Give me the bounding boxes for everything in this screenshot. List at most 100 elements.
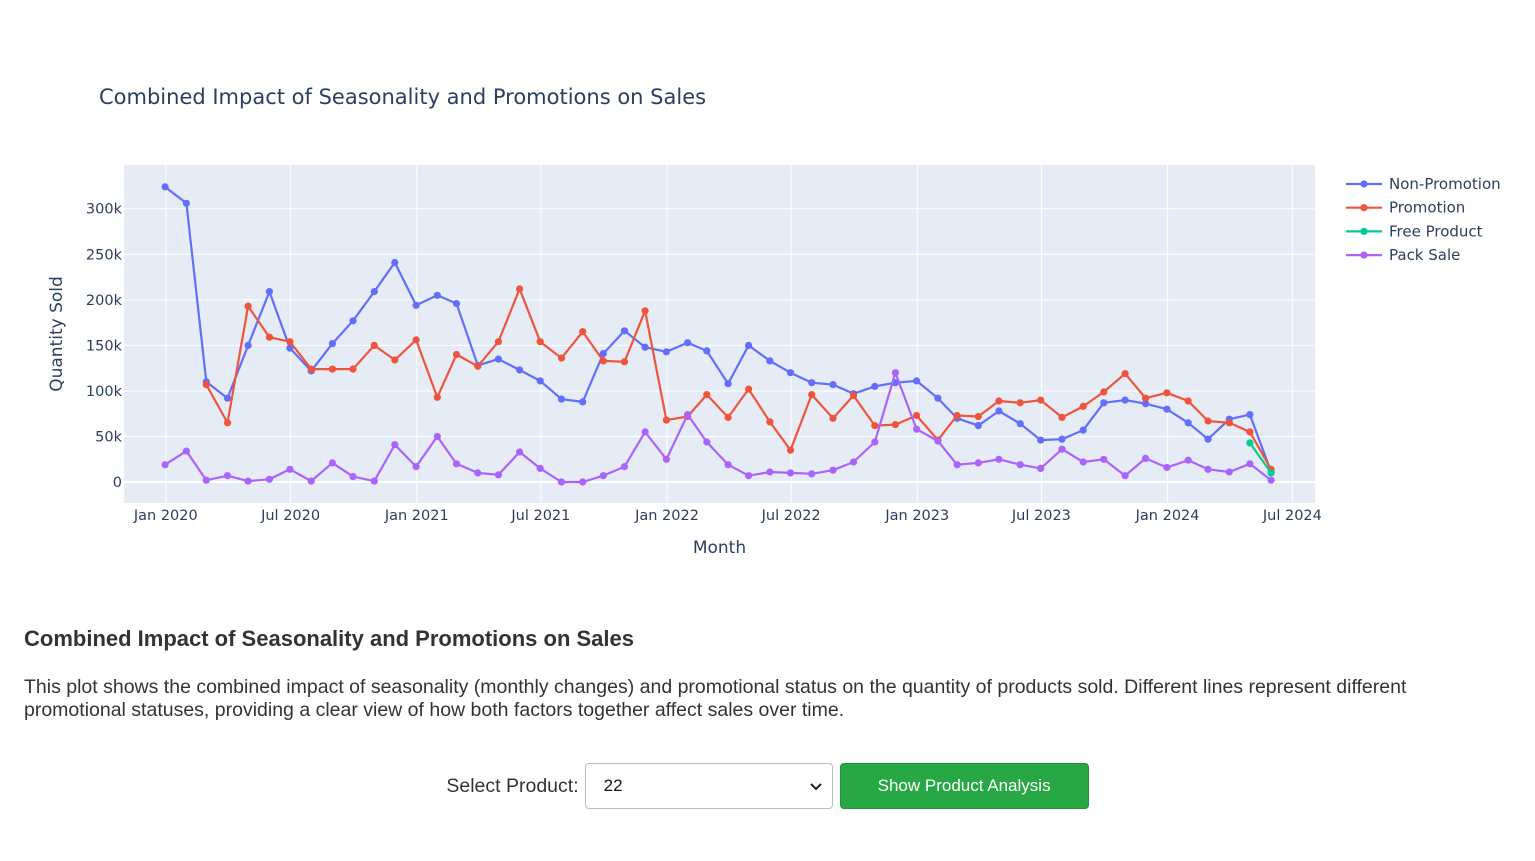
data-point-pack-sale (953, 461, 961, 469)
legend-label: Non-Promotion (1389, 175, 1501, 193)
legend-item-free-product[interactable]: Free Product (1346, 222, 1483, 240)
legend-swatch-marker (1360, 251, 1368, 259)
data-point-non-promotion (557, 395, 566, 403)
show-product-analysis-button[interactable]: Show Product Analysis (839, 763, 1089, 809)
data-point-pack-sale (1079, 458, 1087, 466)
data-point-pack-sale (934, 437, 942, 445)
data-point-non-promotion (536, 377, 544, 385)
data-point-pack-sale (516, 448, 524, 456)
data-point-non-promotion (1037, 436, 1045, 444)
data-point-non-promotion (913, 377, 921, 385)
data-point-non-promotion (579, 398, 587, 406)
data-point-pack-sale (703, 438, 711, 446)
data-point-non-promotion (620, 327, 629, 335)
data-point-promotion (244, 302, 252, 310)
data-point-promotion (829, 414, 837, 422)
data-point-free-product (1267, 469, 1275, 477)
description-title: Combined Impact of Seasonality and Promo… (24, 626, 634, 651)
y-tick-label: 50k (95, 429, 122, 445)
data-point-pack-sale (1246, 460, 1254, 468)
data-point-promotion (391, 356, 399, 364)
data-point-promotion (620, 358, 629, 366)
data-point-pack-sale (1100, 455, 1108, 463)
legend-label: Pack Sale (1389, 246, 1460, 264)
data-point-pack-sale (1058, 445, 1066, 453)
product-select-value: 22 (603, 776, 623, 795)
data-point-promotion (1204, 417, 1212, 425)
x-tick-label: Jan 2020 (133, 508, 198, 524)
data-point-promotion (662, 416, 671, 424)
data-point-pack-sale (370, 477, 378, 485)
x-tick-label: Jul 2024 (1262, 508, 1322, 524)
legend-swatch-marker (1360, 204, 1368, 212)
data-point-promotion (724, 413, 732, 421)
data-point-pack-sale (349, 473, 357, 481)
product-select[interactable]: 22 (584, 763, 833, 809)
data-point-pack-sale (620, 463, 629, 471)
data-point-pack-sale (913, 425, 921, 433)
chart-title: Combined Impact of Seasonality and Promo… (99, 85, 706, 109)
x-tick-label: Jul 2022 (761, 508, 821, 524)
data-point-promotion (1079, 402, 1087, 410)
data-point-non-promotion (766, 357, 774, 365)
data-point-pack-sale (1267, 476, 1275, 484)
data-point-non-promotion (1121, 396, 1129, 404)
data-point-pack-sale (474, 469, 482, 477)
legend-item-promotion[interactable]: Promotion (1346, 199, 1465, 217)
description-section: Combined Impact of Seasonality and Promo… (24, 626, 1494, 722)
y-tick-label: 100k (86, 384, 123, 400)
data-point-non-promotion (223, 394, 232, 402)
data-point-promotion (1184, 397, 1192, 405)
y-tick-label: 200k (86, 293, 123, 309)
data-point-promotion (286, 338, 294, 346)
data-point-promotion (786, 446, 795, 454)
data-point-non-promotion (370, 288, 378, 296)
data-point-pack-sale (412, 463, 420, 471)
data-point-promotion (579, 328, 587, 336)
data-point-promotion (913, 411, 921, 420)
data-point-non-promotion (349, 317, 357, 325)
data-point-non-promotion (786, 369, 795, 377)
data-point-pack-sale (286, 465, 294, 473)
data-point-pack-sale (891, 369, 900, 377)
data-point-pack-sale (641, 428, 649, 436)
data-point-pack-sale (849, 458, 858, 466)
x-tick-label: Jan 2021 (384, 508, 449, 524)
data-point-pack-sale (182, 447, 190, 455)
legend-label: Free Product (1389, 222, 1483, 240)
data-point-non-promotion (328, 340, 336, 348)
data-point-non-promotion (265, 288, 273, 296)
data-point-pack-sale (223, 472, 232, 480)
data-point-pack-sale (161, 461, 169, 469)
data-point-promotion (1100, 388, 1108, 396)
legend-item-non-promotion[interactable]: Non-Promotion (1346, 175, 1501, 193)
data-point-pack-sale (579, 478, 587, 486)
data-point-pack-sale (433, 432, 441, 441)
data-point-promotion (307, 365, 315, 373)
data-point-non-promotion (391, 258, 399, 267)
data-point-promotion (516, 285, 524, 293)
data-point-pack-sale (974, 459, 982, 467)
data-point-pack-sale (1037, 464, 1045, 472)
data-point-non-promotion (516, 366, 524, 374)
data-point-non-promotion (1016, 420, 1024, 428)
data-point-non-promotion (182, 199, 190, 207)
plot-area (124, 165, 1315, 503)
data-point-non-promotion (412, 301, 420, 309)
data-point-promotion (641, 307, 649, 315)
data-point-non-promotion (452, 299, 461, 308)
data-point-non-promotion (244, 341, 252, 349)
data-point-non-promotion (161, 183, 169, 191)
data-point-non-promotion (1079, 426, 1087, 434)
legend[interactable]: Non-Promotion Promotion Free Product Pack S… (1346, 175, 1501, 264)
legend-item-pack-sale[interactable]: Pack Sale (1346, 246, 1460, 264)
data-point-pack-sale (307, 477, 315, 485)
data-point-promotion (599, 357, 607, 365)
data-point-promotion (452, 350, 461, 359)
data-point-pack-sale (1016, 461, 1024, 469)
data-point-pack-sale (724, 461, 732, 469)
data-point-promotion (703, 391, 711, 399)
data-point-non-promotion (662, 348, 671, 356)
data-point-promotion (1037, 396, 1045, 404)
y-axis-label: Quantity Sold (47, 276, 67, 392)
